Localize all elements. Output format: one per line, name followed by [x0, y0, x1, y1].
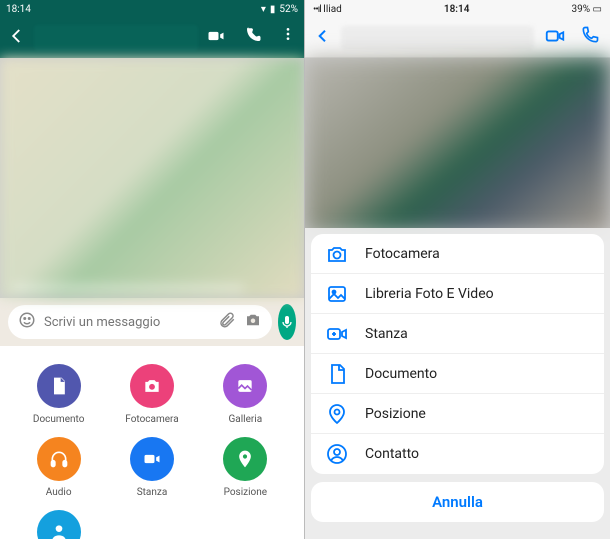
sheet-stanza[interactable]: Stanza — [311, 314, 604, 354]
attach-fotocamera[interactable]: Fotocamera — [112, 364, 192, 425]
message-input-pill[interactable] — [8, 305, 272, 339]
contact-icon — [37, 510, 81, 539]
attach-stanza[interactable]: Stanza — [112, 437, 192, 498]
sheet-contatto[interactable]: Contatto — [311, 434, 604, 474]
sheet-label: Libreria Foto E Video — [365, 286, 494, 302]
contact-name-blurred[interactable] — [341, 26, 534, 50]
location-icon — [223, 437, 267, 481]
attach-posizione[interactable]: Posizione — [205, 437, 285, 498]
more-icon[interactable] — [280, 26, 296, 50]
ios-action-sheet: Fotocamera Libreria Foto E Video Stanza … — [311, 234, 604, 474]
ios-chat-header — [305, 18, 610, 58]
voice-call-icon[interactable] — [580, 25, 600, 51]
sheet-label: Stanza — [365, 326, 408, 342]
attach-label: Audio — [46, 487, 72, 498]
cancel-button[interactable]: Annulla — [311, 482, 604, 522]
back-button[interactable] — [315, 28, 331, 48]
chat-background-blurred — [0, 58, 304, 298]
attach-galleria[interactable]: Galleria — [205, 364, 285, 425]
attach-documento[interactable]: Documento — [19, 364, 99, 425]
sheet-label: Contatto — [365, 446, 419, 462]
sheet-libreria[interactable]: Libreria Foto E Video — [311, 274, 604, 314]
document-icon — [37, 364, 81, 408]
status-time: 18:14 — [6, 4, 31, 15]
document-icon — [325, 362, 349, 386]
battery-label: 39% ▭ — [571, 4, 602, 15]
attach-label: Stanza — [137, 487, 168, 498]
ios-status-bar: ••ıl Iliad 18:14 39% ▭ — [305, 0, 610, 18]
camera-circle-icon — [130, 364, 174, 408]
status-time: 18:14 — [444, 4, 470, 15]
chat-background-blurred — [305, 58, 610, 233]
contact-icon — [325, 442, 349, 466]
mic-button[interactable] — [278, 304, 296, 340]
sheet-label: Documento — [365, 366, 437, 382]
emoji-icon[interactable] — [18, 311, 36, 333]
attachment-sheet: Documento Fotocamera Galleria Audio — [0, 346, 304, 539]
wifi-icon: ▾ — [261, 4, 266, 15]
voice-call-icon[interactable] — [244, 26, 262, 50]
android-chat-header — [0, 18, 304, 58]
signal-icon: ▮ — [270, 4, 276, 15]
android-status-bar: 18:14 ▾ ▮ 52% — [0, 0, 304, 18]
carrier-label: ••ıl Iliad — [313, 4, 342, 15]
sheet-fotocamera[interactable]: Fotocamera — [311, 234, 604, 274]
attach-icon[interactable] — [218, 311, 236, 333]
battery-label: 52% — [279, 4, 298, 15]
ios-action-sheet-overlay: Fotocamera Libreria Foto E Video Stanza … — [305, 228, 610, 539]
android-panel: 18:14 ▾ ▮ 52% — [0, 0, 305, 539]
video-call-icon[interactable] — [544, 25, 566, 51]
location-icon — [325, 402, 349, 426]
attach-label: Documento — [33, 414, 84, 425]
attach-label: Posizione — [224, 487, 267, 498]
gallery-icon — [223, 364, 267, 408]
room-icon — [130, 437, 174, 481]
message-input[interactable] — [44, 315, 210, 330]
camera-icon[interactable] — [244, 311, 262, 333]
attach-audio[interactable]: Audio — [19, 437, 99, 498]
attach-contatto[interactable] — [19, 510, 99, 539]
sheet-posizione[interactable]: Posizione — [311, 394, 604, 434]
sheet-documento[interactable]: Documento — [311, 354, 604, 394]
message-input-row — [0, 298, 304, 346]
room-icon — [325, 322, 349, 346]
attach-label: Fotocamera — [125, 414, 178, 425]
ios-panel: ••ıl Iliad 18:14 39% ▭ Fotocamera Libr — [305, 0, 610, 539]
back-button[interactable] — [8, 27, 26, 49]
gallery-icon — [325, 282, 349, 306]
sheet-label: Posizione — [365, 406, 426, 422]
camera-icon — [325, 242, 349, 266]
video-call-icon[interactable] — [206, 26, 226, 50]
status-right: ▾ ▮ 52% — [261, 4, 298, 15]
sheet-label: Fotocamera — [365, 246, 440, 262]
headphones-icon — [37, 437, 81, 481]
contact-name-blurred[interactable] — [34, 25, 198, 51]
attach-label: Galleria — [228, 414, 262, 425]
cancel-label: Annulla — [432, 493, 483, 511]
